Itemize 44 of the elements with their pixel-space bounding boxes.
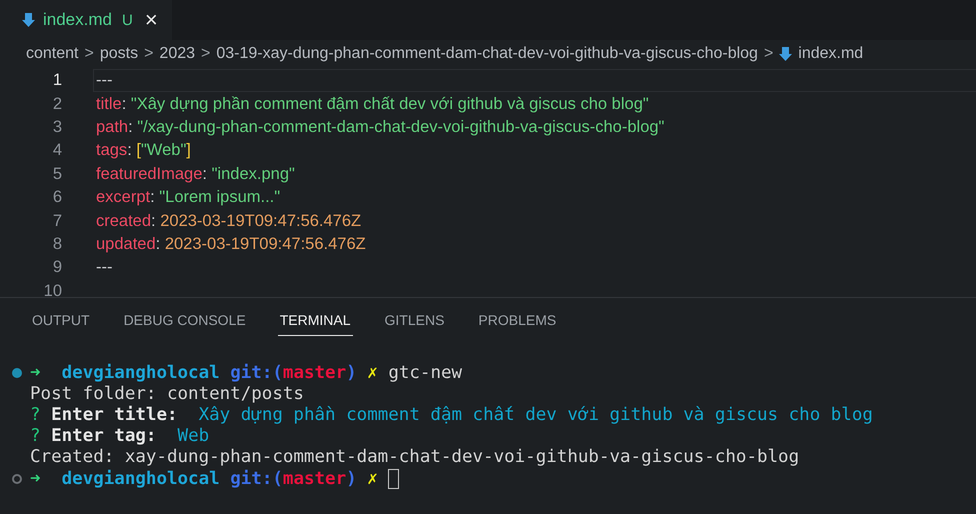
down-arrow-icon [22, 12, 35, 28]
down-arrow-icon [779, 46, 792, 62]
breadcrumb-item[interactable]: 2023 [159, 45, 196, 63]
breadcrumb-item[interactable]: posts [100, 45, 138, 63]
code-line: path: "/xay-dung-phan-comment-dam-chat-dev-voi-github-va-giscus-cho-blog" [96, 118, 664, 137]
code-line: --- [96, 258, 112, 278]
line-number: 7 [52, 212, 62, 231]
chevron-icon: > [84, 45, 94, 63]
panel-tab[interactable]: PROBLEMS [476, 312, 558, 336]
terminal-line: Created: xay-dung-phan-comment-dam-chat-dev-voi-github-va-giscus-cho-blog [30, 447, 800, 468]
panel-tab[interactable]: DEBUG CONSOLE [122, 312, 248, 336]
terminal-line: ? Enter tag: Web [30, 426, 210, 446]
terminal-line: ➜ devgiangholocal git:(master) ✗ gtc-new [30, 362, 462, 383]
panel-tab[interactable]: OUTPUT [30, 312, 92, 336]
chevron-icon: > [201, 45, 210, 63]
breadcrumb-item[interactable]: content [26, 45, 78, 63]
code-line: title: "Xây dựng phần comment đậm chất dev với github và giscus cho blog" [96, 94, 649, 114]
panel-tab[interactable]: TERMINAL [278, 312, 352, 336]
breadcrumb-item[interactable]: index.md [798, 45, 864, 63]
editor-tab[interactable]: index.md U × [0, 0, 172, 40]
line-number: 3 [52, 118, 62, 137]
terminal-line: Post folder: content/posts [30, 384, 304, 404]
code-line: excerpt: "Lorem ipsum..." [96, 188, 280, 208]
line-number: 2 [52, 94, 62, 114]
code-line: --- [96, 71, 112, 90]
chevron-icon: > [764, 45, 774, 63]
line-number: 6 [52, 188, 62, 208]
close-icon[interactable]: × [144, 9, 158, 31]
line-number: 8 [52, 234, 62, 254]
code-line: featuredImage: "index.png" [96, 164, 295, 184]
code-line: updated: 2023-03-19T09:47:56.476Z [96, 234, 366, 254]
chevron-icon: > [144, 45, 154, 63]
code-line: tags: ["Web"] [96, 141, 191, 160]
line-number: 10 [42, 282, 62, 297]
terminal-line: ➜ devgiangholocal git:(master) ✗ [30, 468, 378, 489]
terminal-line: ? Enter title: Xây dựng phần comment đậm chất dev với github và giscus cho blog [30, 404, 873, 425]
breadcrumb-item[interactable]: 03-19-xay-dung-phan-comment-dam-chat-dev-voi-github-va-giscus-cho-blog [216, 45, 758, 63]
untracked-status: U [122, 12, 133, 28]
line-number: 9 [52, 258, 62, 278]
line-number: 4 [52, 141, 62, 160]
line-number: 1 [52, 71, 62, 90]
line-number: 5 [52, 164, 62, 184]
code-line: created: 2023-03-19T09:47:56.476Z [96, 212, 362, 231]
panel-tab[interactable]: GITLENS [382, 312, 446, 336]
